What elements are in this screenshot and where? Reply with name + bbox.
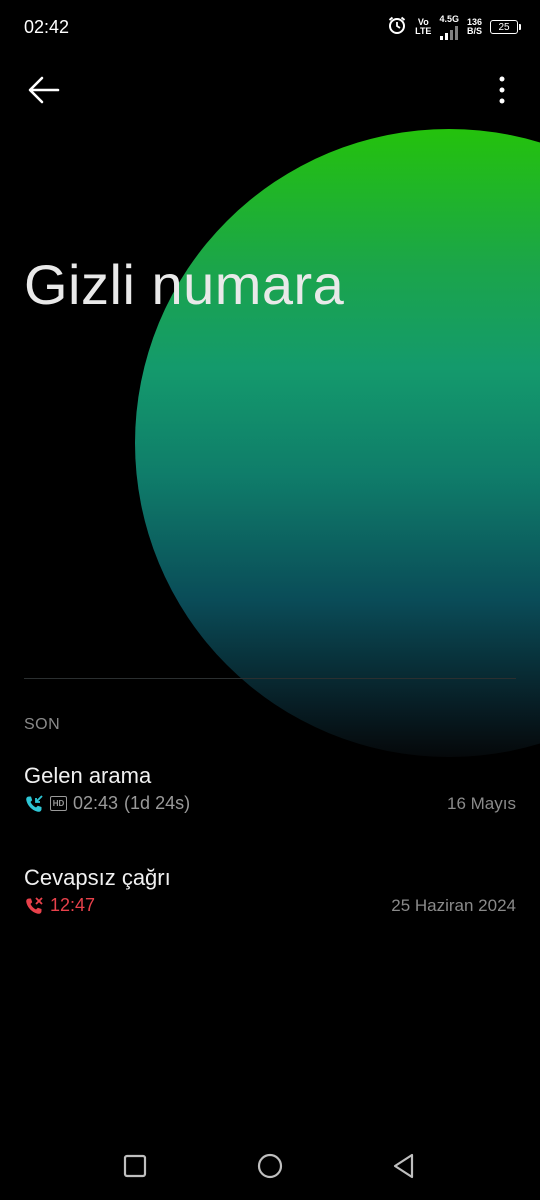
data-speed-unit: B/S [466,26,482,36]
contact-name: Gizli numara [24,253,345,316]
alarm-icon [387,15,407,40]
divider [24,678,516,679]
call-history-item-incoming[interactable]: Gelen arama HD 02:43 (1d 24s) 16 Mayıs [24,763,516,833]
call-details: HD 02:43 (1d 24s) [24,793,190,814]
network-indicator: 4.5G [439,13,459,40]
missed-call-icon [26,896,43,914]
home-circle-icon [257,1153,283,1179]
section-title-recent: SON [24,716,61,733]
volte-indicator: Vo LTE [415,18,431,36]
call-title: Cevapsız çağrı [24,865,171,890]
hd-voice-badge: HD [50,796,67,811]
arrow-back-icon [28,76,60,104]
recents-button[interactable] [113,1144,157,1188]
battery-icon: 25 [490,20,521,34]
status-bar: 02:42 Vo LTE 4.5G 136 B/S 25 [0,0,540,54]
back-button[interactable] [22,70,66,110]
navigation-bar [0,1130,540,1200]
call-date: 25 Haziran 2024 [391,896,516,915]
call-details: 12:47 [24,895,95,916]
call-time: 02:43 [73,793,119,813]
home-button[interactable] [248,1144,292,1188]
status-time: 02:42 [24,17,70,37]
call-detail-screen: 02:42 Vo LTE 4.5G 136 B/S 25 Gizli numar… [0,0,540,1200]
call-duration: (1d 24s) [124,793,191,813]
battery-level: 25 [498,21,510,33]
volte-bottom: LTE [415,26,432,36]
recents-square-icon [123,1154,147,1178]
signal-icon [440,24,459,40]
more-options-button[interactable] [490,72,514,108]
call-title: Gelen arama [24,763,152,788]
call-history-item-missed[interactable]: Cevapsız çağrı 12:47 25 Haziran 2024 [24,865,516,935]
call-time: 12:47 [50,895,96,915]
network-type: 4.5G [439,13,459,24]
more-vert-icon [499,76,505,104]
system-back-button[interactable] [382,1144,426,1188]
data-speed-indicator: 136 B/S [467,18,482,36]
incoming-call-icon [26,794,43,812]
decorative-gradient-circle [135,129,540,757]
status-icons: Vo LTE 4.5G 136 B/S 25 [387,13,521,40]
back-triangle-icon [393,1153,414,1179]
call-date: 16 Mayıs [447,794,516,813]
